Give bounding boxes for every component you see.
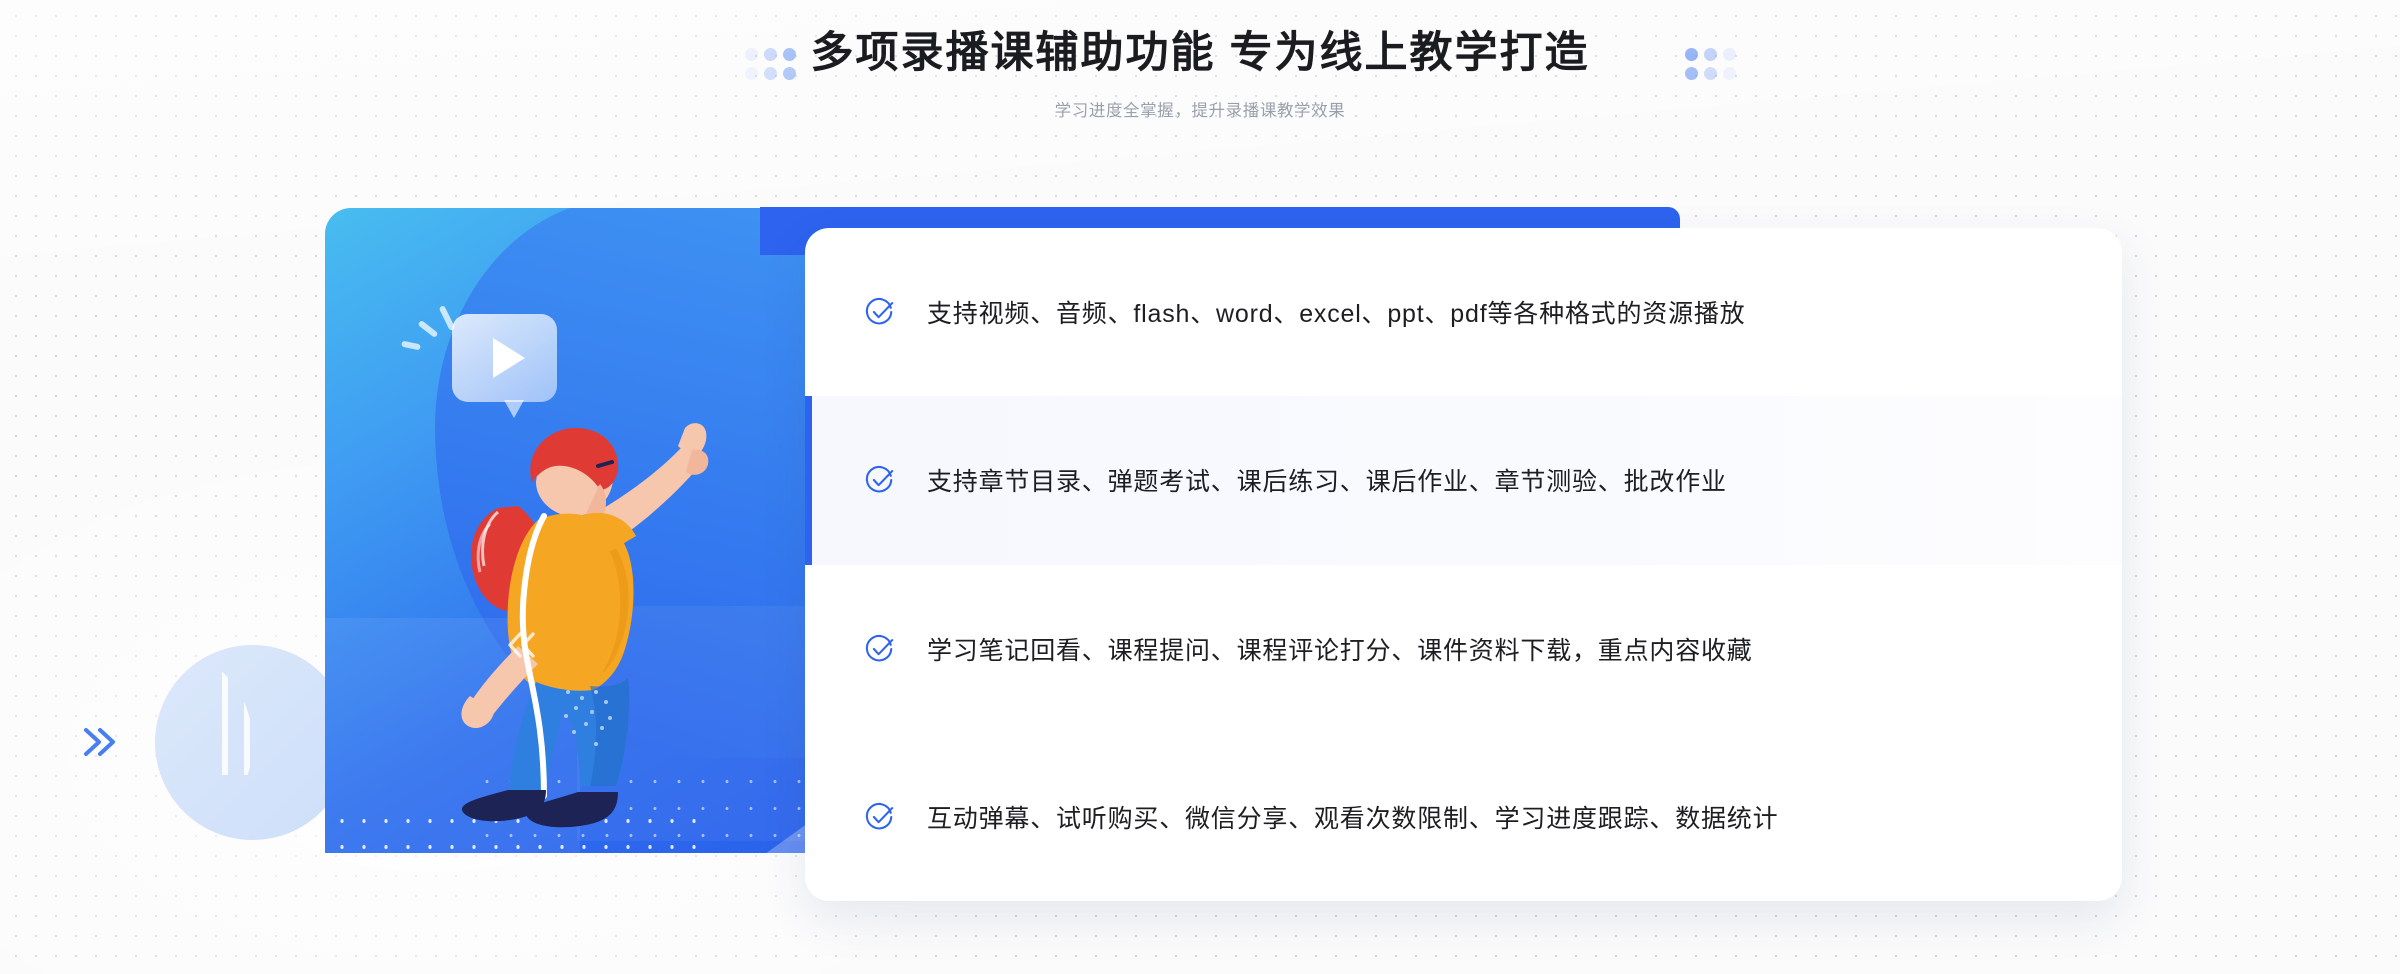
feature-row[interactable]: 学习笔记回看、课程提问、课程评论打分、课件资料下载，重点内容收藏 xyxy=(805,565,2122,733)
page-subtitle: 学习进度全掌握，提升录播课教学效果 xyxy=(1054,102,1346,120)
play-triangle-icon xyxy=(493,338,525,378)
check-circle-icon xyxy=(865,298,894,325)
feature-text: 学习笔记回看、课程提问、课程评论打分、课件资料下载，重点内容收藏 xyxy=(927,636,1753,665)
page-title: 多项录播课辅助功能 专为线上教学打造 xyxy=(810,29,1590,77)
feature-row[interactable]: 支持章节目录、弹题考试、课后练习、课后作业、章节测验、批改作业 xyxy=(805,396,2122,565)
chevron-double-left-icon xyxy=(508,632,535,658)
check-circle-icon xyxy=(865,802,894,830)
check-circle-icon xyxy=(865,634,894,662)
check-circle-icon xyxy=(865,466,894,493)
header: 多项录播课辅助功能 专为线上教学打造 学习进度全掌握，提升录播课教学效果 xyxy=(0,0,2400,165)
feature-card: 支持视频、音频、flash、word、excel、ppt、pdf等各种格式的资源… xyxy=(805,228,2122,901)
chevron-double-right-icon xyxy=(84,728,115,756)
feature-text: 支持章节目录、弹题考试、课后练习、课后作业、章节测验、批改作业 xyxy=(927,468,1727,497)
feature-row[interactable]: 互动弹幕、试听购买、微信分享、观看次数限制、学习进度跟踪、数据统计 xyxy=(805,733,2122,901)
feature-text: 支持视频、音频、flash、word、excel、ppt、pdf等各种格式的资源… xyxy=(927,300,1746,329)
feature-row[interactable]: 支持视频、音频、flash、word、excel、ppt、pdf等各种格式的资源… xyxy=(805,228,2122,396)
feature-list: 支持视频、音频、flash、word、excel、ppt、pdf等各种格式的资源… xyxy=(805,228,2122,901)
video-speech-bubble xyxy=(452,314,557,418)
feature-text: 互动弹幕、试听购买、微信分享、观看次数限制、学习进度跟踪、数据统计 xyxy=(927,804,1779,833)
person-pointing-up-illustration xyxy=(461,423,709,828)
